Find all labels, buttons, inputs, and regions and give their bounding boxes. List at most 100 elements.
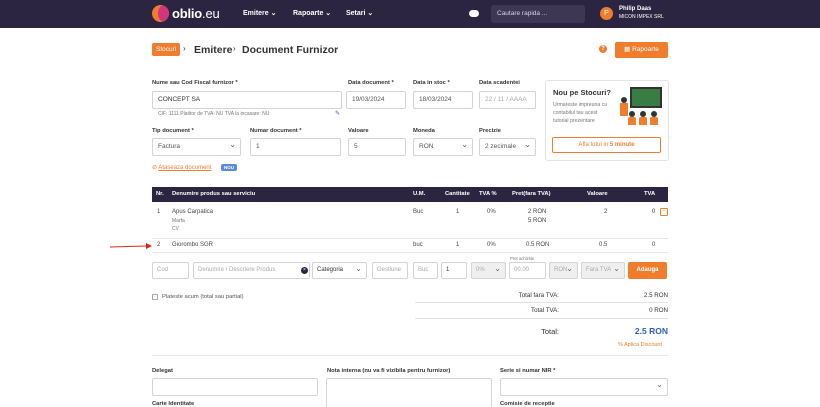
help-icon[interactable]: ? [599,45,607,53]
internal-note-label: Nota interna (nu va fi vizibila pentru f… [327,368,451,374]
delegate-input[interactable] [152,378,318,396]
price-input[interactable]: 00.00 [509,262,546,279]
promo-text: Urmareste impreuna cu contabilul tau ace… [553,102,608,124]
col-nr: Nr. [156,191,164,197]
doc-date-input[interactable]: 19/03/2024 [346,91,406,109]
classroom-illustration [630,87,662,108]
apply-discount-link[interactable]: % Aplica Discount [618,342,662,348]
precision-label: Precizie [479,128,501,134]
breadcrumb-stocuri[interactable]: Stocuri [152,43,181,56]
due-date-input[interactable]: 22 / 11 / AAAA [479,91,536,109]
search-input[interactable]: Cautare rapida ... [491,5,585,23]
row-2-vat: 0 [652,242,656,248]
breadcrumb-emitere[interactable]: Emitere [194,44,233,56]
price-label: Pret achizitie [510,256,534,261]
nav-setari[interactable]: Setari ⌄ [346,9,373,17]
totals-divider [415,318,668,319]
vat-mode-select[interactable]: Fara TVA [581,261,625,279]
total-no-vat-value: 2.5 RON [643,292,668,299]
reports-button[interactable]: ▦ Rapoarte [615,42,668,58]
currency-select[interactable]: RON [413,137,473,156]
user-name[interactable]: Philip Daas [619,6,651,12]
value-label: Valoare [348,128,369,134]
breadcrumb-separator-icon: › [233,44,236,53]
internal-note-textarea[interactable] [326,378,492,407]
committee-label: Comisie de receptie [500,401,555,407]
row-2-price: 0.5 RON [526,242,550,248]
category-select[interactable]: Categoria [312,261,367,279]
logo-icon [152,5,169,22]
total-no-vat-label: Total fara TVA: [518,292,559,299]
pay-now-checkbox[interactable] [152,294,158,300]
app-logo[interactable]: oblio.eu [152,5,220,22]
col-value: Valoare [587,191,608,197]
nir-select[interactable] [500,377,668,396]
col-vat: TVA [644,191,656,197]
breadcrumb-separator-icon: › [183,44,186,53]
row-2-name[interactable]: Giorombo SGR [172,242,213,248]
um-input[interactable]: Buc [413,262,438,279]
row-2-um: buc [413,242,423,248]
attach-document-link[interactable]: ⊘ Ataseaza document [152,164,211,171]
totals-divider [415,302,668,303]
nir-label: Serie si numar NIR * [500,368,556,374]
currency-label: Moneda [413,128,435,134]
value-input[interactable]: 5 [348,138,406,156]
product-name-input[interactable]: Denumire / Descriere Produs [193,262,310,279]
doc-date-label: Data document * [348,80,394,86]
row-2-qty: 1 [456,242,460,248]
pupil-figure [639,111,647,125]
row-2-value: 0.5 [599,242,608,248]
currency-entry-select[interactable]: RON [549,261,578,279]
col-um: U.M. [413,191,426,197]
total-vat-label: Total TVA: [531,307,559,314]
promo-title: Nou pe Stocuri? [553,88,611,97]
col-price: Pret(fara TVA) [512,191,551,197]
annotation-arrow-icon [110,243,152,249]
promo-card: Nou pe Stocuri? Urmareste impreuna cu co… [545,80,669,161]
precision-select[interactable]: 2 zecimale [479,137,536,156]
id-card-label: Carte Identitate [152,401,195,407]
col-vat-pct: TVA % [479,191,497,197]
row-1-name[interactable]: Apus Carpatica [172,209,213,215]
nav-emitere[interactable]: Emitere ⌄ [243,9,277,17]
logo-name: oblio [172,6,203,21]
user-avatar[interactable]: P [600,7,613,20]
row-1-price: 2 RON [528,209,547,215]
products-table-header: Nr. Denumire produs sau serviciu U.M. Ca… [152,187,668,202]
logo-tld: .eu [202,6,220,21]
row-1-detail: CV [172,226,179,232]
code-input[interactable]: Cod [152,262,189,279]
tutorial-button[interactable]: Afla totul in 5 minute [552,137,661,153]
row-1-nr: 1 [157,209,161,215]
due-date-label: Data scadentei [479,80,520,86]
row-1-um: Buc [413,209,424,215]
supplier-input[interactable]: CONCEPT SA [152,91,342,109]
section-divider [152,355,668,356]
total-label: Total: [541,327,559,336]
nav-rapoarte[interactable]: Rapoarte ⌄ [293,9,331,17]
quantity-input[interactable]: 1 [441,262,467,279]
stock-date-label: Data in stoc * [413,80,450,86]
row-divider [152,252,668,253]
stock-date-input[interactable]: 18/03/2024 [413,91,473,109]
page-title: Document Furnizor [242,44,339,56]
user-company: MICON IMPEX SRL [619,14,664,20]
row-1-detail: Marfa [172,218,185,224]
col-product: Denumire produs sau serviciu [172,191,256,197]
row-1-vat: 0 [652,209,656,215]
add-product-button[interactable]: Adauga [628,262,667,279]
warehouse-input[interactable]: Gestiune [372,262,408,279]
edit-pencil-icon[interactable]: ✎ [335,110,340,117]
doc-number-input[interactable]: 1 [250,138,341,156]
cloud-icon[interactable] [469,10,479,17]
doc-number-label: Numar document * [250,128,302,134]
row-1-vat-pct: 0% [487,209,496,215]
row-2-vat-pct: 0% [487,242,496,248]
doc-type-select[interactable]: Factura [152,137,241,156]
clear-icon[interactable]: × [301,267,308,274]
delete-row-icon[interactable]: − [660,208,668,216]
supplier-label: Nume sau Cod Fiscal furnizor * [152,80,238,86]
row-1-price-alt: 5 RON [528,218,547,224]
vat-select[interactable]: 0% [471,261,506,279]
